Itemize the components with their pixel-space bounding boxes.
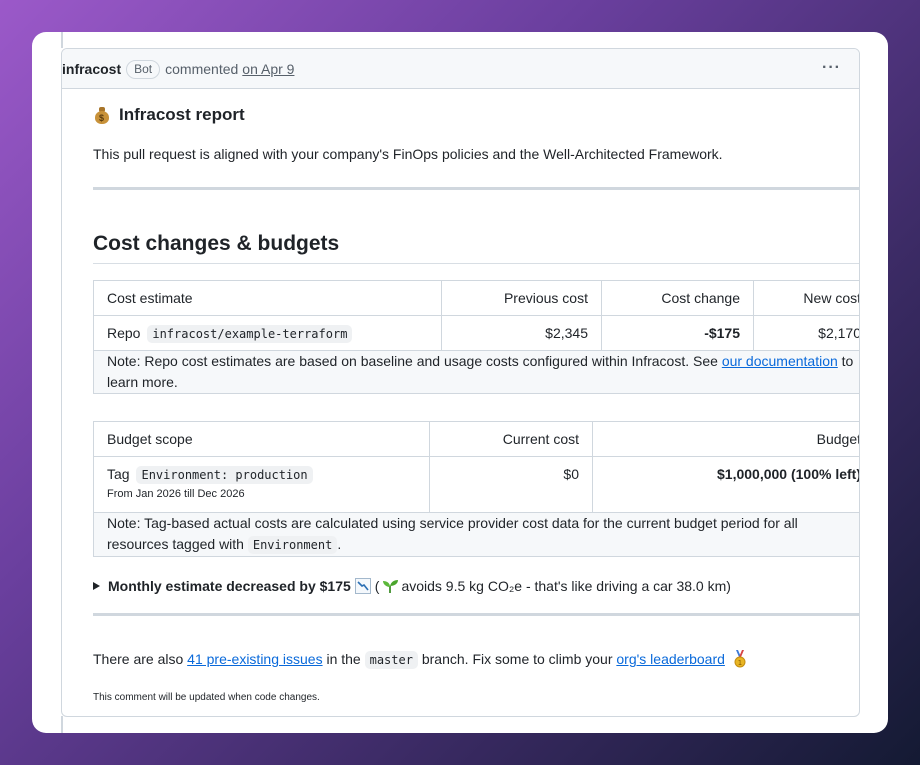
table-row: Repo infracost/example-terraform $2,345 … xyxy=(93,315,859,351)
report-title: $ Infracost report xyxy=(93,105,245,125)
column-header: Cost estimate xyxy=(93,280,442,316)
new-cost: $2,170 xyxy=(753,315,859,351)
cost-note: Note: Repo cost estimates are based on b… xyxy=(93,350,859,394)
money-bag-icon: $ xyxy=(93,106,111,124)
budget-table: Budget scope Current cost Budget Tag Env… xyxy=(93,421,859,557)
footer-text-part: in the xyxy=(322,651,365,667)
note-text: Note: Repo cost estimates are based on b… xyxy=(107,353,722,369)
cost-table: Cost estimate Previous cost Cost change … xyxy=(93,280,859,394)
footer-text-part: There are also xyxy=(93,651,188,667)
report-title-text: Infracost report xyxy=(119,105,245,124)
heading-rule xyxy=(93,263,859,264)
svg-text:1: 1 xyxy=(738,659,742,667)
table-header-row: Budget scope Current cost Budget xyxy=(93,421,859,457)
summary-bold: Monthly estimate decreased by $175 xyxy=(108,578,351,594)
budget-note: Note: Tag-based actual costs are calcula… xyxy=(93,512,859,557)
tag-code: Environment: production xyxy=(136,466,313,484)
repo-label: Repo xyxy=(107,325,141,341)
medal-icon: 1 xyxy=(733,650,747,668)
note-text: . xyxy=(337,536,342,552)
scope-label: Tag xyxy=(107,466,130,482)
updated-note: This comment will be updated when code c… xyxy=(93,692,320,703)
column-header: Budget scope xyxy=(93,421,430,457)
column-header: New cost xyxy=(753,280,859,316)
divider xyxy=(93,187,859,190)
open-paren: ( xyxy=(374,578,380,594)
summary-text: avoids 9.5 kg CO₂e - that's like driving… xyxy=(401,578,731,594)
note-text: Note: Tag-based actual costs are calcula… xyxy=(107,515,798,552)
column-header: Budget xyxy=(592,421,859,457)
budget-period: From Jan 2026 till Dec 2026 xyxy=(107,488,245,500)
scope-cell: Tag Environment: production From Jan 202… xyxy=(93,456,430,513)
seedling-icon xyxy=(381,578,399,594)
column-header: Cost change xyxy=(601,280,754,316)
repo-cell: Repo infracost/example-terraform xyxy=(93,315,442,351)
documentation-link[interactable]: our documentation xyxy=(722,353,838,369)
footer-text: There are also 41 pre-existing issues in… xyxy=(93,650,747,669)
disclosure-triangle-icon[interactable] xyxy=(93,582,100,590)
note-row: Note: Tag-based actual costs are calcula… xyxy=(93,512,859,557)
table-row: Tag Environment: production From Jan 202… xyxy=(93,456,859,513)
divider xyxy=(93,613,859,616)
timeline-line xyxy=(61,716,63,733)
previous-cost: $2,345 xyxy=(441,315,602,351)
comment-card: infracost Bot commented on Apr 9 ··· $ I… xyxy=(32,32,888,733)
leaderboard-link[interactable]: org's leaderboard xyxy=(616,651,725,667)
table-header-row: Cost estimate Previous cost Cost change … xyxy=(93,280,859,316)
section-heading: Cost changes & budgets xyxy=(93,232,340,255)
comment-box: infracost Bot commented on Apr 9 ··· $ I… xyxy=(61,48,860,717)
repo-code: infracost/example-terraform xyxy=(147,325,353,343)
column-header: Previous cost xyxy=(441,280,602,316)
footer-text-part: branch. Fix some to climb your xyxy=(417,651,617,667)
report-intro: This pull request is aligned with your c… xyxy=(93,146,723,162)
note-code: Environment xyxy=(247,536,338,554)
issues-link[interactable]: 41 pre-existing issues xyxy=(187,651,322,667)
note-row: Note: Repo cost estimates are based on b… xyxy=(93,350,859,394)
current-cost: $0 xyxy=(429,456,593,513)
branch-code: master xyxy=(364,651,418,669)
chart-decreasing-icon xyxy=(354,578,371,594)
timeline-line xyxy=(61,32,63,48)
comment-body: $ Infracost report This pull request is … xyxy=(62,49,859,716)
summary-details[interactable]: Monthly estimate decreased by $175 ( avo… xyxy=(93,578,731,594)
budget-amount: $1,000,000 (100% left) xyxy=(592,456,859,513)
cost-change: -$175 xyxy=(601,315,754,351)
column-header: Current cost xyxy=(429,421,593,457)
